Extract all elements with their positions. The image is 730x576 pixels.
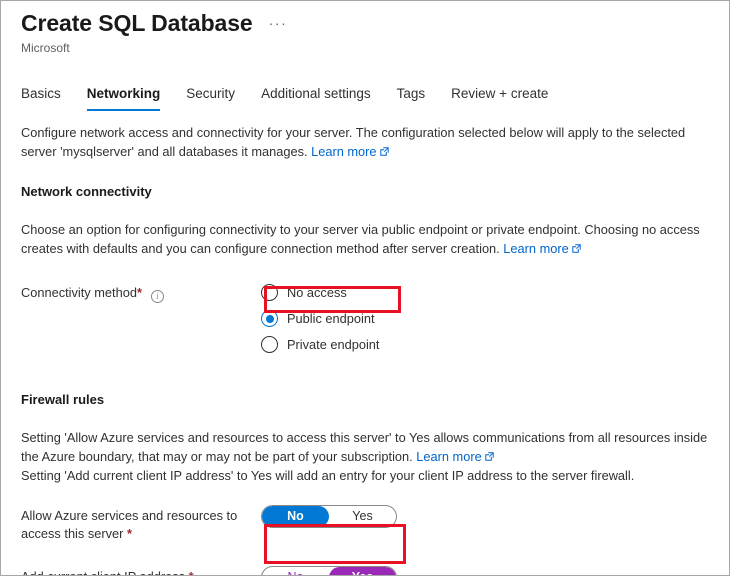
external-link-icon	[572, 244, 581, 253]
external-link-icon	[379, 147, 389, 156]
blade-description-learn-more-link[interactable]: Learn more	[311, 144, 376, 159]
connectivity-method-field: Connectivity method* i No access Public e…	[21, 282, 711, 355]
allow-azure-services-toggle-yes[interactable]: Yes	[329, 506, 396, 527]
tab-review-create[interactable]: Review + create	[438, 85, 561, 111]
required-marker: *	[189, 569, 194, 575]
add-client-ip-label: Add current client IP address *	[21, 566, 261, 575]
add-client-ip-label-text: Add current client IP address	[21, 569, 185, 575]
network-connectivity-heading: Network connectivity	[21, 184, 152, 199]
connectivity-method-radio-group: No access Public endpoint Private endpoi…	[261, 282, 379, 355]
tab-basics[interactable]: Basics	[21, 85, 74, 111]
page-subtitle: Microsoft	[21, 41, 70, 55]
allow-azure-services-label: Allow Azure services and resources to ac…	[21, 505, 261, 543]
connectivity-method-label-text: Connectivity method	[21, 285, 137, 300]
radio-circle-icon	[261, 284, 278, 301]
blade-description: Configure network access and connectivit…	[21, 123, 711, 161]
title-row: Create SQL Database ···	[21, 9, 709, 37]
add-client-ip-toggle-yes[interactable]: Yes	[329, 567, 396, 575]
allow-azure-services-toggle[interactable]: No Yes	[261, 505, 397, 528]
create-sql-database-blade: Create SQL Database ··· Microsoft Basics…	[0, 0, 730, 576]
info-icon[interactable]: i	[150, 290, 164, 303]
radio-public-endpoint-label: Public endpoint	[287, 310, 375, 326]
network-connectivity-learn-more-link[interactable]: Learn more	[503, 241, 568, 256]
network-connectivity-description: Choose an option for configuring connect…	[21, 220, 711, 258]
add-client-ip-toggle[interactable]: No Yes	[261, 566, 397, 575]
add-client-ip-field: Add current client IP address * No Yes	[21, 566, 711, 575]
blade-header: Create SQL Database ··· Microsoft	[21, 9, 709, 56]
tab-security[interactable]: Security	[173, 85, 248, 111]
radio-no-access-label: No access	[287, 284, 347, 300]
radio-private-endpoint[interactable]: Private endpoint	[261, 334, 379, 355]
tab-bar: Basics Networking Security Additional se…	[21, 85, 561, 111]
radio-no-access[interactable]: No access	[261, 282, 379, 303]
blade-content: Configure network access and connectivit…	[21, 123, 711, 575]
network-connectivity-description-text: Choose an option for configuring connect…	[21, 222, 700, 256]
firewall-rules-description-line1: Setting 'Allow Azure services and resour…	[21, 430, 708, 464]
external-link-icon	[485, 452, 494, 461]
radio-circle-selected-icon	[261, 310, 278, 327]
firewall-rules-description: Setting 'Allow Azure services and resour…	[21, 428, 711, 485]
firewall-rules-learn-more-link[interactable]: Learn more	[416, 449, 481, 464]
page-title: Create SQL Database	[21, 10, 253, 36]
firewall-rules-heading: Firewall rules	[21, 392, 105, 407]
radio-public-endpoint[interactable]: Public endpoint	[261, 308, 379, 329]
allow-azure-services-field: Allow Azure services and resources to ac…	[21, 505, 711, 543]
tab-tags[interactable]: Tags	[384, 85, 439, 111]
more-options-button[interactable]: ···	[269, 16, 288, 30]
required-marker: *	[126, 526, 132, 541]
connectivity-method-label: Connectivity method* i	[21, 282, 261, 303]
add-client-ip-toggle-no[interactable]: No	[262, 567, 329, 575]
required-marker: *	[136, 285, 142, 300]
firewall-rules-description-line2: Setting 'Add current client IP address' …	[21, 468, 635, 483]
tab-additional-settings[interactable]: Additional settings	[248, 85, 384, 111]
allow-azure-services-toggle-no[interactable]: No	[262, 506, 329, 527]
radio-circle-icon	[261, 336, 278, 353]
tab-networking[interactable]: Networking	[74, 85, 174, 111]
radio-private-endpoint-label: Private endpoint	[287, 336, 380, 352]
